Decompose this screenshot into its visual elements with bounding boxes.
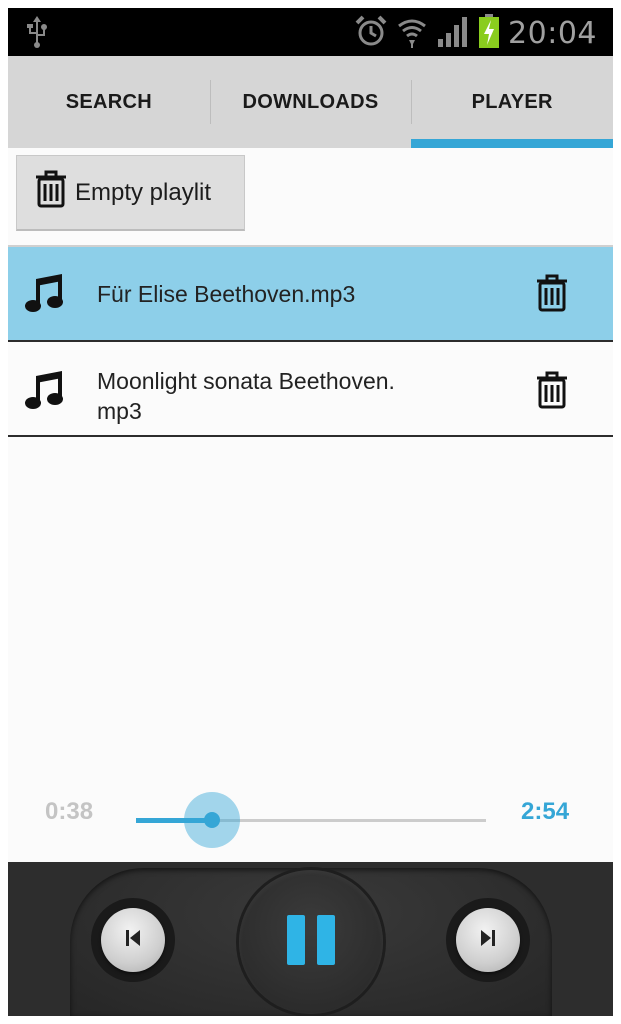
battery-charging-icon — [478, 14, 500, 53]
empty-playlist-label: Empty playlit — [75, 178, 212, 206]
next-button[interactable] — [446, 898, 530, 982]
seek-thumb[interactable] — [204, 812, 220, 828]
alarm-icon — [354, 14, 388, 53]
previous-button[interactable] — [91, 898, 175, 982]
player-controls — [8, 862, 613, 1016]
playlist-item-title: Für Elise Beethoven.mp3 — [97, 281, 356, 307]
playlist-item[interactable]: Für Elise Beethoven.mp3 — [8, 247, 613, 340]
status-clock: 20:04 — [508, 16, 597, 51]
playlist-item[interactable]: Moonlight sonata Beethoven. mp3 — [8, 342, 613, 435]
elapsed-time: 0:38 — [45, 798, 94, 825]
tab-downloads[interactable]: DOWNLOADS — [209, 56, 412, 148]
usb-icon — [26, 16, 48, 53]
total-time: 2:54 — [521, 798, 570, 825]
next-icon — [479, 928, 497, 953]
app-frame: 20:04 SEARCH DOWNLOADS PLAYER Empty play… — [8, 8, 613, 1016]
trash-icon[interactable] — [536, 274, 568, 317]
empty-playlist-button[interactable]: Empty playlit — [16, 155, 245, 231]
status-bar: 20:04 — [8, 8, 613, 56]
tab-search[interactable]: SEARCH — [8, 56, 210, 148]
pause-button[interactable] — [239, 870, 383, 1014]
music-note-icon — [24, 273, 66, 320]
divider — [8, 435, 613, 437]
previous-icon — [124, 928, 142, 953]
wifi-icon — [396, 14, 428, 53]
trash-icon — [35, 170, 67, 215]
trash-icon[interactable] — [536, 371, 568, 414]
tab-player[interactable]: PLAYER — [411, 56, 613, 148]
playlist-item-title: Moonlight sonata Beethoven. mp3 — [97, 368, 395, 424]
seek-bar[interactable] — [136, 792, 486, 848]
tab-bar: SEARCH DOWNLOADS PLAYER — [8, 56, 613, 148]
music-note-icon — [24, 370, 66, 417]
signal-icon — [436, 15, 470, 52]
pause-icon — [285, 913, 337, 972]
